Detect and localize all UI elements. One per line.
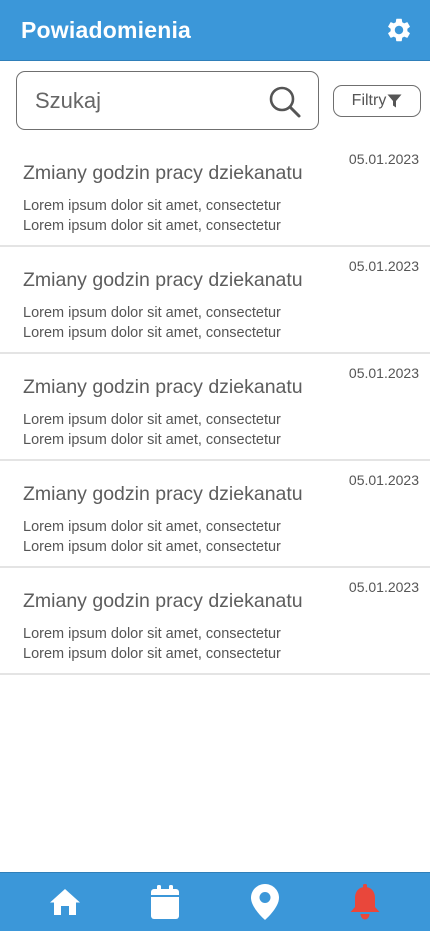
notification-title: Zmiany godzin pracy dziekanatu (23, 162, 303, 184)
bell-icon (350, 884, 380, 920)
bottom-nav (0, 872, 430, 931)
nav-calendar-button[interactable] (135, 873, 195, 931)
nav-map-button[interactable] (235, 873, 295, 931)
notification-text-line: Lorem ipsum dolor sit amet, consectetur (23, 305, 281, 321)
home-icon (50, 889, 80, 915)
gear-icon[interactable] (385, 16, 413, 44)
notification-title: Zmiany godzin pracy dziekanatu (23, 376, 303, 398)
notification-item[interactable]: 05.01.2023 Zmiany godzin pracy dziekanat… (0, 568, 430, 675)
notification-title: Zmiany godzin pracy dziekanatu (23, 269, 303, 291)
notification-item[interactable]: 05.01.2023 Zmiany godzin pracy dziekanat… (0, 354, 430, 461)
notification-item[interactable]: 05.01.2023 Zmiany godzin pracy dziekanat… (0, 140, 430, 247)
search-icon[interactable] (268, 85, 302, 119)
notification-title: Zmiany godzin pracy dziekanatu (23, 483, 303, 505)
notification-text-line: Lorem ipsum dolor sit amet, consectetur (23, 626, 281, 642)
notification-title: Zmiany godzin pracy dziekanatu (23, 590, 303, 612)
notification-date: 05.01.2023 (348, 472, 419, 488)
filter-button[interactable]: Filtry (333, 85, 421, 117)
notification-date: 05.01.2023 (348, 258, 419, 274)
filter-icon (387, 94, 402, 108)
page-title: Powiadomienia (21, 16, 192, 43)
notification-date: 05.01.2023 (348, 579, 419, 595)
notification-date: 05.01.2023 (348, 151, 419, 167)
notification-text-line: Lorem ipsum dolor sit amet, consectetur (23, 646, 281, 662)
notification-list: 05.01.2023 Zmiany godzin pracy dziekanat… (0, 140, 430, 675)
notification-text-line: Lorem ipsum dolor sit amet, consectetur (23, 412, 281, 428)
notification-date: 05.01.2023 (348, 365, 419, 381)
search-box[interactable] (16, 71, 319, 130)
map-pin-icon (251, 884, 279, 920)
search-row: Filtry (16, 71, 421, 130)
notification-item[interactable]: 05.01.2023 Zmiany godzin pracy dziekanat… (0, 247, 430, 354)
nav-home-button[interactable] (35, 873, 95, 931)
notification-text-line: Lorem ipsum dolor sit amet, consectetur (23, 198, 281, 214)
notification-text-line: Lorem ipsum dolor sit amet, consectetur (23, 519, 281, 535)
notification-text-line: Lorem ipsum dolor sit amet, consectetur (23, 539, 281, 555)
search-input[interactable] (35, 84, 270, 118)
notification-text-line: Lorem ipsum dolor sit amet, consectetur (23, 325, 281, 341)
calendar-icon (151, 885, 179, 919)
notification-item[interactable]: 05.01.2023 Zmiany godzin pracy dziekanat… (0, 461, 430, 568)
notification-text-line: Lorem ipsum dolor sit amet, consectetur (23, 218, 281, 234)
app-header: Powiadomienia (0, 0, 430, 61)
nav-notifications-button[interactable] (335, 873, 395, 931)
filter-label: Filtry (351, 92, 387, 109)
notification-text-line: Lorem ipsum dolor sit amet, consectetur (23, 432, 281, 448)
